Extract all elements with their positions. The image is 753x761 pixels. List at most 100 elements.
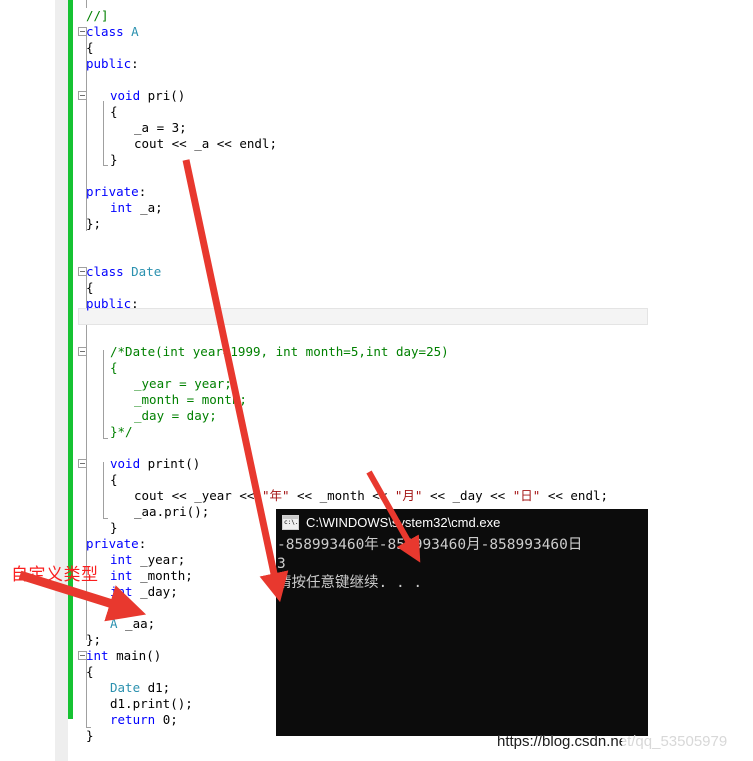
code-line: int _a; [110,200,163,216]
code-token: private [86,536,139,551]
cmd-console-window[interactable]: C:\WINDOWS\system32\cmd.exe -858993460年-… [276,509,648,736]
code-token: A [131,24,139,39]
code-line: void pri() [110,88,185,104]
code-token: _month = month; [134,392,247,407]
code-line: { [86,280,94,296]
editor-indicator-margin[interactable] [55,0,68,761]
code-line: }*/ [110,424,133,440]
code-line: /*Date(int year=1999, int month=5,int da… [110,344,449,360]
annotation-label: 自定义类型 [11,565,99,585]
code-token: class [86,264,132,279]
code-token: return [110,712,163,727]
code-token: : [138,536,147,551]
code-token: cout << _a << endl; [134,136,277,151]
code-token: int [86,648,117,663]
code-line: cout << _a << endl; [134,136,277,152]
code-token: "月" [394,488,423,503]
code-line: A _aa; [110,616,155,632]
code-token: { [86,40,94,55]
code-line: }; [86,632,101,648]
code-line: class Date [86,264,161,280]
code-token: //] [86,8,109,23]
code-token: A [110,616,118,631]
code-line: { [110,104,118,120]
code-token: { [110,472,118,487]
code-token: /*Date(int year=1999, int month=5,int da… [110,344,449,359]
code-line: _a = 3; [134,120,187,136]
code-token: void [110,88,148,103]
code-line: { [110,360,118,376]
code-line: int main() [86,648,161,664]
code-line: public: [86,296,139,312]
code-token: { [86,280,94,295]
code-token: << _month << [289,488,395,503]
code-token: } [110,152,118,167]
code-token: int [110,584,141,599]
code-token: { [110,104,118,119]
code-token: private [86,184,139,199]
code-token: Date [110,680,141,695]
code-token: _year = year; [134,376,232,391]
code-line: int _day; [110,584,178,600]
code-token: pri() [147,88,186,103]
console-title-text: C:\WINDOWS\system32\cmd.exe [306,514,501,530]
code-line: { [110,472,118,488]
code-line: _month = month; [134,392,247,408]
code-line: }; [86,216,101,232]
code-token: } [86,728,94,743]
code-token: << endl; [540,488,609,503]
code-token: _year; [140,552,186,567]
code-token: { [110,360,118,375]
code-token: _day = day; [134,408,217,423]
code-line: _aa.pri(); [134,504,209,520]
console-titlebar[interactable]: C:\WINDOWS\system32\cmd.exe [276,509,648,535]
code-token: d1.print(); [110,696,193,711]
code-token: }; [86,216,102,231]
code-line: } [110,152,118,168]
code-token: d1; [140,680,171,695]
code-token: _month; [140,568,193,583]
code-token: int [110,200,141,215]
code-token: Date [131,264,162,279]
console-output-line: 请按任意键继续. . . [277,575,423,591]
code-line: public: [86,56,139,72]
code-token: _day; [140,584,178,599]
code-token: }; [86,632,102,647]
code-line: _year = year; [134,376,232,392]
code-token: _aa.pri(); [134,504,210,519]
code-line: } [86,728,94,744]
cmd-icon [282,514,299,530]
code-line: class A [86,24,139,40]
code-token: _aa; [117,616,156,631]
code-line: } [110,520,118,536]
code-token: _a; [140,200,163,215]
code-line: { [86,664,94,680]
console-output-line: 3 [277,556,286,572]
code-token: class [86,24,132,39]
code-token: cout << _year << [134,488,262,503]
code-line: int _year; [110,552,185,568]
code-token: 0; [162,712,178,727]
code-token: int [110,552,141,567]
code-line: private: [86,184,146,200]
code-token: public [86,56,132,71]
code-line: int _month; [110,568,193,584]
code-line: //] [86,8,109,24]
code-token: }*/ [110,424,133,439]
code-line: _day = day; [134,408,217,424]
code-token: { [86,664,94,679]
code-line: private: [86,536,146,552]
code-line: d1.print(); [110,696,193,712]
code-token: _a = 3; [134,120,187,135]
code-token: int [110,568,141,583]
code-token: "日" [512,488,541,503]
code-line: cout << _year << "年" << _month << "月" <<… [134,488,608,504]
code-token: "年" [261,488,290,503]
code-line: { [86,40,94,56]
console-output-text: -858993460年-858993460月-858993460日 3 请按任意键继… [276,535,648,593]
code-line: Date d1; [110,680,170,696]
code-token: main() [116,648,162,663]
code-token: } [110,520,118,535]
code-token: : [131,296,139,311]
editor-outlining-margin [73,0,80,761]
